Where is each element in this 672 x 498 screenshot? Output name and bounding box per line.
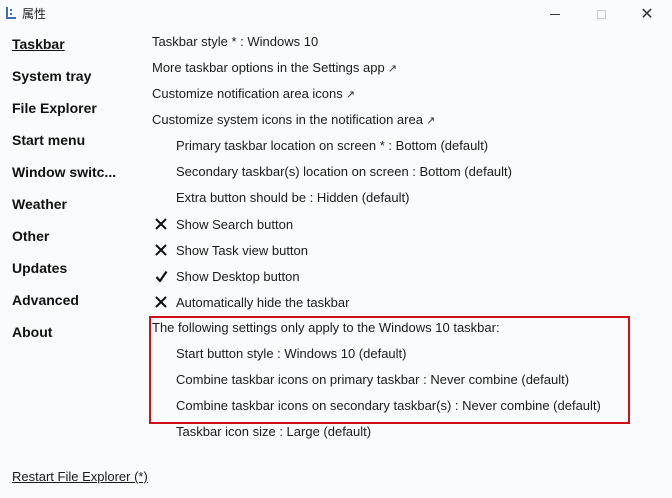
taskbar-style-option[interactable]: Taskbar style * : Windows 10: [152, 32, 318, 52]
external-link-icon: ↗: [345, 89, 355, 101]
auto-hide-taskbar-label: Automatically hide the taskbar: [176, 294, 350, 310]
external-link-icon: ↗: [387, 63, 397, 75]
customize-notification-icons-link[interactable]: Customize notification area icons ↗: [152, 84, 355, 104]
sidebar-item-other[interactable]: Other: [12, 228, 49, 244]
maximize-button[interactable]: [578, 0, 624, 28]
customize-system-icons-link[interactable]: Customize system icons in the notificati…: [152, 110, 435, 130]
window-title: 属性: [22, 7, 47, 21]
sidebar-item-taskbar[interactable]: Taskbar: [12, 36, 65, 52]
show-desktop-toggle[interactable]: Show Desktop button: [152, 266, 300, 286]
restart-explorer-link[interactable]: Restart File Explorer (*): [12, 469, 148, 484]
unchecked-x-icon: [152, 241, 170, 259]
app-icon: [6, 7, 16, 19]
auto-hide-taskbar-toggle[interactable]: Automatically hide the taskbar: [152, 292, 349, 312]
extra-button-option[interactable]: Extra button should be : Hidden (default…: [176, 188, 409, 208]
show-desktop-label: Show Desktop button: [176, 268, 300, 284]
sidebar-item-advanced[interactable]: Advanced: [12, 292, 79, 308]
show-task-view-toggle[interactable]: Show Task view button: [152, 240, 308, 260]
secondary-taskbar-location-option[interactable]: Secondary taskbar(s) location on screen …: [176, 162, 512, 182]
sidebar-item-weather[interactable]: Weather: [12, 196, 67, 212]
more-taskbar-options-link[interactable]: More taskbar options in the Settings app…: [152, 58, 397, 78]
customize-system-icons-label: Customize system icons in the notificati…: [152, 112, 423, 127]
checkmark-icon: [152, 267, 170, 285]
customize-notification-icons-label: Customize notification area icons: [152, 86, 343, 101]
unchecked-x-icon: [152, 215, 170, 233]
sidebar-item-updates[interactable]: Updates: [12, 260, 67, 276]
minimize-button[interactable]: [532, 0, 578, 28]
sidebar-item-about[interactable]: About: [12, 324, 52, 340]
sidebar-item-system-tray[interactable]: System tray: [12, 68, 91, 84]
sidebar-item-file-explorer[interactable]: File Explorer: [12, 100, 97, 116]
close-button[interactable]: ✕: [624, 0, 670, 28]
external-link-icon: ↗: [425, 115, 436, 127]
maximize-icon: [596, 9, 606, 19]
title-bar: 属性 ✕: [0, 0, 672, 28]
more-taskbar-options-label: More taskbar options in the Settings app: [152, 60, 385, 75]
taskbar-icon-size-option[interactable]: Taskbar icon size : Large (default): [176, 422, 371, 442]
primary-taskbar-location-option[interactable]: Primary taskbar location on screen * : B…: [176, 136, 488, 156]
sidebar-item-window-switcher[interactable]: Window switc...: [12, 164, 116, 180]
sidebar-item-start-menu[interactable]: Start menu: [12, 132, 85, 148]
minimize-icon: [550, 13, 560, 15]
show-search-label: Show Search button: [176, 216, 294, 232]
highlight-annotation-box: [149, 316, 630, 424]
show-search-toggle[interactable]: Show Search button: [152, 214, 293, 234]
close-icon: ✕: [640, 4, 654, 23]
unchecked-x-icon: [152, 293, 170, 311]
show-task-view-label: Show Task view button: [176, 242, 308, 258]
